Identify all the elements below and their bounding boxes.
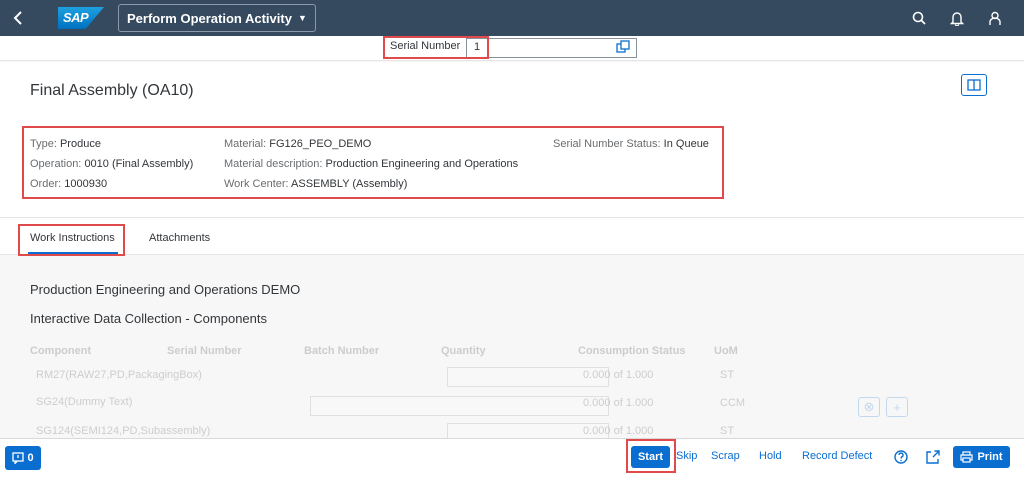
- messages-count: 0: [27, 452, 34, 464]
- attr-order-key: Order:: [30, 178, 62, 190]
- table-cell-uom: CCM: [720, 397, 746, 409]
- caret-down-icon: ▼: [297, 13, 307, 23]
- attr-type: Type: Produce: [30, 138, 101, 150]
- attr-order-value: 1000930: [64, 178, 108, 190]
- attr-matdesc-key: Material description:: [224, 158, 323, 170]
- work-instructions-content: Production Engineering and Operations DE…: [0, 256, 1024, 438]
- attr-sn-status-value: In Queue: [663, 138, 709, 150]
- add-icon: +: [893, 399, 901, 415]
- table-cell-status: 0.000 of 1.000: [583, 397, 654, 409]
- object-header: Final Assembly (OA10) Type: Produce Oper…: [0, 62, 1024, 217]
- clear-icon: ⊗: [863, 399, 875, 414]
- footer-toolbar: 0 Start Skip Scrap Hold Record Defect Pr…: [0, 438, 1024, 477]
- notifications-button[interactable]: [938, 0, 976, 36]
- table-cell-status: 0.000 of 1.000: [583, 369, 654, 381]
- column-header: Batch Number: [304, 345, 380, 357]
- attr-type-key: Type:: [30, 138, 57, 150]
- share-button[interactable]: [923, 447, 943, 467]
- user-icon: [989, 11, 1001, 25]
- print-label: Print: [977, 451, 1003, 463]
- instruction-title: Production Engineering and Operations DE…: [30, 282, 301, 297]
- table-cell-uom: ST: [720, 369, 735, 381]
- help-icon: [894, 450, 908, 464]
- help-button[interactable]: [891, 447, 911, 467]
- attr-type-value: Produce: [59, 138, 101, 150]
- clear-button[interactable]: ⊗: [858, 397, 880, 417]
- sap-logo[interactable]: SAP: [58, 7, 104, 29]
- attr-serial-number-status: Serial Number Status: In Queue: [553, 138, 709, 150]
- layout-toggle-button[interactable]: [961, 74, 987, 96]
- attr-workcenter-key: Work Center:: [224, 178, 289, 190]
- batch-number-input[interactable]: [310, 396, 609, 416]
- tab-attachments[interactable]: Attachments: [149, 232, 210, 244]
- table-cell-status: 0.000 of 1.000: [583, 425, 654, 437]
- record-defect-button[interactable]: Record Defect: [802, 450, 872, 462]
- table-cell-component: SG24(Dummy Text): [36, 396, 133, 408]
- table-cell-component: SG124(SEMI124,PD,Subassembly): [36, 425, 211, 437]
- column-header: Serial Number: [167, 345, 242, 357]
- messages-button[interactable]: 0: [5, 446, 41, 470]
- attr-material: Material: FG126_PEO_DEMO: [224, 138, 371, 150]
- attr-operation: Operation: 0010 (Final Assembly): [30, 158, 193, 170]
- search-icon: [912, 11, 926, 25]
- start-highlight: [626, 439, 676, 473]
- column-header: Quantity: [441, 345, 486, 357]
- print-button[interactable]: Print: [953, 446, 1010, 468]
- column-header: Component: [30, 345, 92, 357]
- layout-icon: [967, 79, 981, 91]
- attr-material-key: Material:: [224, 138, 267, 150]
- column-header: Consumption Status: [578, 345, 686, 357]
- column-header: UoM: [714, 345, 738, 357]
- serial-number-input[interactable]: [466, 38, 637, 58]
- back-button[interactable]: [0, 0, 36, 36]
- bell-icon: [950, 11, 964, 26]
- shell-bar: SAP Perform Operation Activity ▼: [0, 0, 1024, 36]
- attr-sn-status-key: Serial Number Status:: [553, 138, 661, 150]
- scrap-button[interactable]: Scrap: [711, 450, 740, 462]
- page-title: Final Assembly (OA10): [30, 82, 194, 99]
- add-button[interactable]: +: [886, 397, 908, 417]
- skip-button[interactable]: Skip: [676, 450, 697, 462]
- attr-material-value: FG126_PEO_DEMO: [269, 138, 372, 150]
- attr-order: Order: 1000930: [30, 178, 107, 190]
- serial-number-bar: Serial Number 1: [0, 36, 1024, 61]
- instruction-subtitle: Interactive Data Collection - Components: [30, 311, 268, 326]
- search-button[interactable]: [900, 0, 938, 36]
- tab-highlight: [18, 224, 125, 256]
- attr-material-description: Material description: Production Enginee…: [224, 158, 518, 170]
- print-icon: [960, 451, 974, 463]
- copy-icon[interactable]: [616, 40, 630, 54]
- message-icon: [12, 452, 25, 464]
- table-cell-component: RM27(RAW27,PD,PackagingBox): [36, 369, 202, 381]
- back-icon: [13, 11, 22, 25]
- attr-operation-value: 0010 (Final Assembly): [84, 158, 194, 170]
- attr-operation-key: Operation:: [30, 158, 82, 170]
- user-button[interactable]: [976, 0, 1014, 36]
- attr-work-center: Work Center: ASSEMBLY (Assembly): [224, 178, 407, 190]
- app-title-text: Perform Operation Activity: [127, 10, 292, 26]
- share-icon: [926, 450, 940, 464]
- attr-workcenter-value: ASSEMBLY (Assembly): [291, 178, 408, 190]
- app-title-menu[interactable]: Perform Operation Activity ▼: [118, 4, 316, 32]
- serial-number-highlight: [383, 36, 489, 59]
- hold-button[interactable]: Hold: [759, 450, 782, 462]
- tab-bar: Work Instructions Attachments: [0, 217, 1024, 256]
- table-cell-uom: ST: [720, 425, 735, 437]
- attr-matdesc-value: Production Engineering and Operations: [325, 158, 519, 170]
